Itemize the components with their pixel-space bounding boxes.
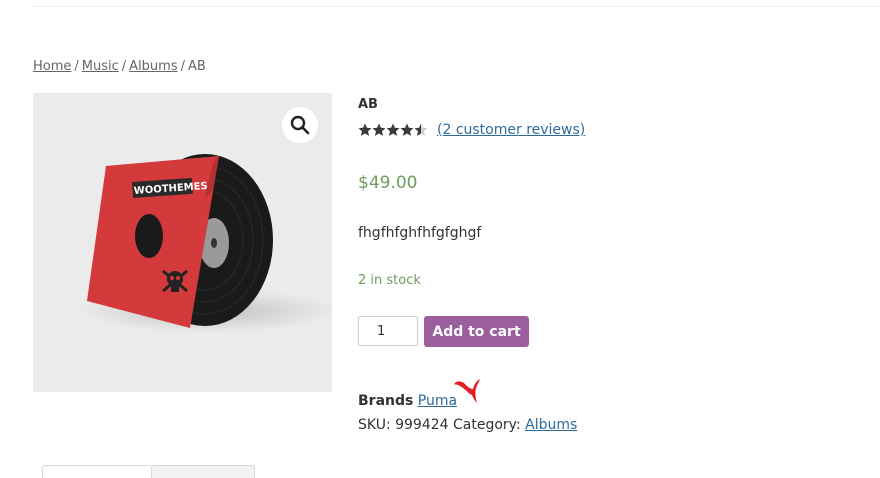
product-title: AB xyxy=(358,97,378,112)
breadcrumb-home[interactable]: Home xyxy=(33,59,71,74)
product-short-description: fhgfhfghfhfgfghgf xyxy=(358,225,482,241)
star-rating-icon xyxy=(358,123,428,136)
product-gallery[interactable]: WOOTHEMES xyxy=(33,93,332,392)
customer-reviews-link[interactable]: (2 customer reviews) xyxy=(437,122,585,138)
breadcrumb-separator: / xyxy=(180,59,185,74)
sku-value: 999424 xyxy=(395,417,449,433)
category-label: Category: xyxy=(453,417,521,433)
add-to-cart-button[interactable]: Add to cart xyxy=(424,316,529,347)
stock-status: 2 in stock xyxy=(358,273,421,288)
product-brands: Brands Puma xyxy=(358,393,457,409)
sku-label: SKU: xyxy=(358,417,391,433)
puma-logo-icon[interactable] xyxy=(452,375,482,405)
zoom-button[interactable] xyxy=(282,107,318,143)
breadcrumb-albums[interactable]: Albums xyxy=(129,59,177,74)
brands-label: Brands xyxy=(358,393,414,409)
breadcrumb-music[interactable]: Music xyxy=(82,59,119,74)
category-link[interactable]: Albums xyxy=(525,417,577,433)
magnifier-icon xyxy=(290,115,310,135)
breadcrumb-separator: / xyxy=(74,59,79,74)
product-meta: SKU: 999424 Category: Albums xyxy=(358,417,577,433)
product-price: $49.00 xyxy=(358,173,418,193)
tab-description[interactable] xyxy=(42,465,152,478)
breadcrumb-separator: / xyxy=(121,59,127,74)
breadcrumb-current: AB xyxy=(188,59,206,74)
breadcrumb: Home / Music / Albums / AB xyxy=(33,59,206,74)
header-divider xyxy=(33,6,880,7)
tab-reviews[interactable] xyxy=(151,465,255,478)
quantity-input[interactable] xyxy=(358,316,418,346)
